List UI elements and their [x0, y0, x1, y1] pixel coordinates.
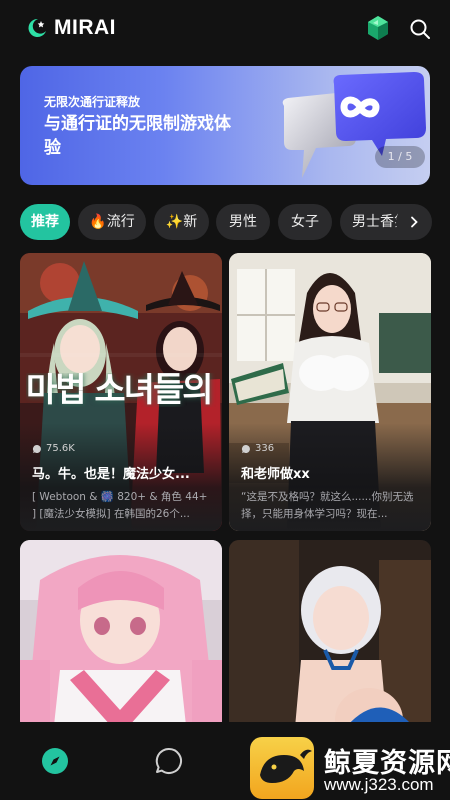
tab-new[interactable]: ✨新: [154, 204, 209, 240]
tab-trending[interactable]: 🔥流行: [78, 204, 146, 240]
card-image-caption: 마법 소녀들의: [26, 373, 214, 407]
card-title: 和老师做xx: [241, 467, 310, 482]
tabs-scroll-right-button[interactable]: [396, 204, 432, 240]
card-image: [20, 540, 222, 730]
character-card[interactable]: [20, 540, 222, 730]
category-tabs: 推荐 🔥流行 ✨新 男性 女子 男士香氛: [20, 204, 430, 240]
chat-bubble-icon: [241, 444, 250, 453]
chevron-right-icon: [411, 216, 418, 228]
nav-chat-icon[interactable]: [154, 746, 184, 776]
tab-male[interactable]: 男性: [216, 204, 270, 240]
card-description: “这是不及格吗？就这么......你别无选择，只能用身体学习吗？现在...: [241, 491, 414, 520]
nav-explore-compass-icon[interactable]: [40, 746, 70, 776]
watermark-logo: [250, 737, 314, 799]
card-title: 马。牛。也是！魔法少女...: [32, 467, 190, 482]
character-card[interactable]: 336 和老师做xx “这是不及格吗？就这么......你别无选择，只能用身体学…: [229, 253, 431, 531]
site-watermark: 鲸夏资源网 www.j323.com: [250, 737, 450, 800]
card-description: [ Webtoon & 🎆 820+ & 角色 44+ ] [魔法少女模拟] 在…: [32, 491, 208, 520]
tab-recommended[interactable]: 推荐: [20, 204, 70, 240]
app-header: MIRAI: [0, 0, 450, 60]
search-icon[interactable]: [409, 18, 431, 40]
chat-count: 336: [241, 443, 274, 454]
card-image: [229, 540, 431, 730]
character-card[interactable]: 마법 소녀들의 75.6K 马。牛。也是！魔法少女... [ Webtoon &…: [20, 253, 222, 531]
chat-bubble-icon: [32, 444, 41, 453]
banner-pager: 1 / 5: [375, 146, 425, 168]
character-card[interactable]: [229, 540, 431, 730]
whale-icon: [260, 749, 312, 783]
banner-title: 与通行证的无限制游戏体验: [44, 114, 231, 158]
banner-subtitle: 无限次通行证释放: [44, 95, 141, 109]
app-logo: MIRAI: [24, 16, 116, 40]
promo-banner[interactable]: 无限次通行证释放 与通行证的无限制游戏体验 1 / 5: [20, 66, 430, 185]
logo-mark-icon: [28, 18, 46, 37]
chat-count-value: 75.6K: [46, 443, 75, 454]
app-name: MIRAI: [54, 16, 116, 39]
chat-count: 75.6K: [32, 443, 75, 454]
watermark-url: www.j323.com: [324, 775, 434, 794]
chat-count-value: 336: [255, 443, 275, 454]
gem-icon[interactable]: [366, 15, 390, 41]
tab-female[interactable]: 女子: [278, 204, 332, 240]
